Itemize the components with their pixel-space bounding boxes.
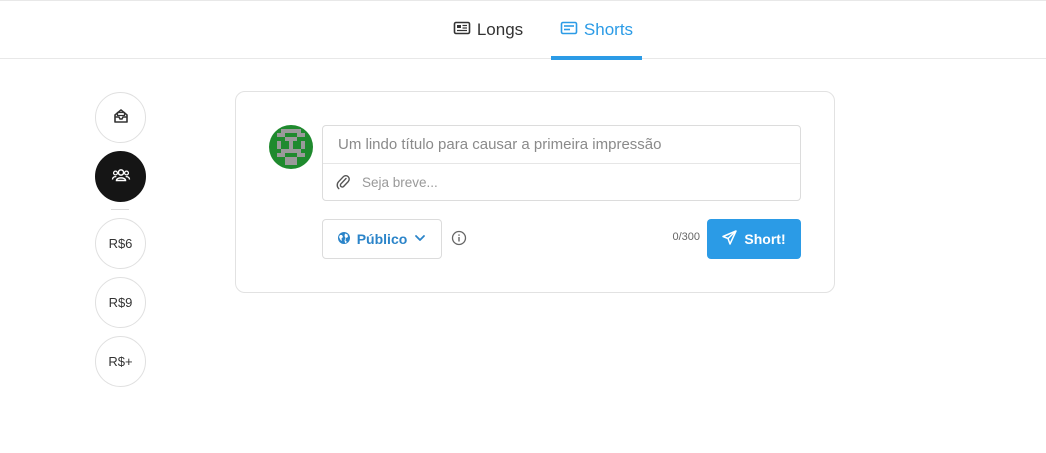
- newspaper-icon: [453, 20, 471, 40]
- tab-longs-label: Longs: [476, 20, 524, 39]
- visibility-dropdown[interactable]: Público: [322, 219, 442, 259]
- avatar[interactable]: [269, 125, 313, 169]
- visibility-label: Público: [356, 231, 408, 247]
- paper-plane-icon: [722, 230, 738, 248]
- composer-input-box: [322, 125, 801, 201]
- sidebar-item-r6[interactable]: R$6: [95, 218, 146, 269]
- inbox-icon: [110, 105, 132, 130]
- character-counter: 0/300: [672, 231, 700, 243]
- description-row: [323, 164, 800, 200]
- group-icon: [110, 164, 132, 189]
- chevron-down-icon: [413, 231, 427, 248]
- tab-longs[interactable]: Longs: [446, 1, 530, 59]
- submit-label: Short!: [744, 231, 786, 247]
- paperclip-icon[interactable]: [336, 174, 350, 190]
- tab-shorts-label: Shorts: [583, 20, 634, 39]
- sidebar-item-group[interactable]: [95, 151, 146, 202]
- sidebar-item-rplus-label: R$+: [108, 354, 133, 369]
- title-input[interactable]: [323, 126, 800, 164]
- sidebar-item-r6-label: R$6: [108, 236, 133, 251]
- top-tabbar: Longs Shorts: [0, 0, 1046, 60]
- tab-shorts[interactable]: Shorts: [551, 1, 642, 60]
- info-icon[interactable]: [451, 230, 467, 246]
- globe-icon: [337, 231, 351, 248]
- description-input[interactable]: [350, 165, 800, 199]
- sidebar-item-r9-label: R$9: [108, 295, 133, 310]
- sidebar-item-rplus[interactable]: R$+: [95, 336, 146, 387]
- submit-short-button[interactable]: Short!: [707, 219, 801, 259]
- sidebar-item-r9[interactable]: R$9: [95, 277, 146, 328]
- sidebar-item-inbox[interactable]: [95, 92, 146, 143]
- card-icon: [560, 20, 578, 40]
- sidebar-divider: [111, 209, 129, 210]
